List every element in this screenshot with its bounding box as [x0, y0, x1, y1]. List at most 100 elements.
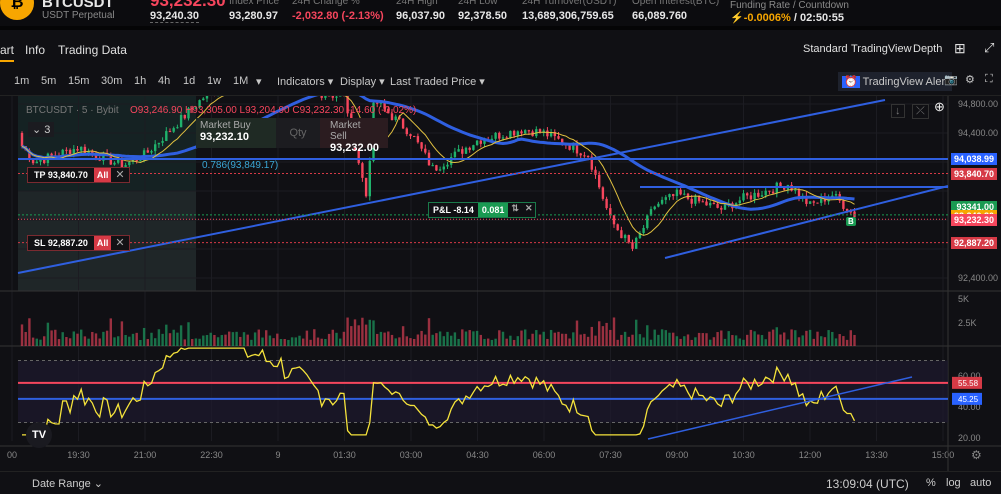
candle	[113, 162, 116, 165]
add-icon[interactable]: ⊕	[934, 99, 945, 115]
tradingview-alert-button[interactable]: ⏰ TradingView Alert	[838, 72, 953, 91]
volume-bar	[557, 331, 560, 346]
volume-bar	[664, 330, 667, 346]
volume-bar	[764, 339, 767, 346]
volume-bar	[165, 324, 168, 346]
qty-input[interactable]: Qty	[276, 118, 320, 148]
volume-bar	[279, 339, 283, 346]
interval-1m[interactable]: 1m	[14, 75, 29, 87]
candle	[694, 195, 697, 204]
volume-bar	[316, 337, 320, 346]
volume-bar	[31, 337, 35, 346]
candle	[716, 203, 719, 208]
fullscreen-icon[interactable]: ⛶	[985, 73, 993, 86]
volume-bar	[83, 336, 87, 346]
view-depth[interactable]: Depth	[913, 43, 942, 55]
volume-bar	[775, 327, 778, 346]
tab-info[interactable]: Info	[25, 43, 45, 57]
indicators-menu[interactable]: Indicators ▾	[277, 75, 333, 88]
volume-bar	[24, 331, 27, 346]
tab-bar: art Info Trading Data Standard TradingVi…	[0, 34, 1001, 66]
interval-dropdown-icon[interactable]: ▾	[256, 75, 262, 88]
candle	[446, 164, 449, 167]
time-tick: 10:30	[732, 450, 755, 460]
scroll-down-icon[interactable]: ↓	[891, 104, 905, 118]
position-line[interactable]: P&L -8.14 0.081 ⇅ ✕	[428, 202, 537, 218]
candle	[83, 146, 87, 154]
camera-icon[interactable]: 📷	[944, 73, 958, 86]
candle	[705, 201, 708, 206]
candle	[664, 197, 667, 200]
interval-1h[interactable]: 1h	[134, 75, 146, 87]
tab-chart[interactable]: art	[0, 43, 15, 62]
volume-bar	[368, 319, 371, 346]
volume-tick: 5K	[958, 294, 969, 304]
price-source-menu[interactable]: Last Traded Price ▾	[390, 75, 485, 88]
expand-icon[interactable]: ⤢	[984, 40, 994, 56]
interval-4h[interactable]: 4h	[158, 75, 170, 87]
volume-bar	[768, 331, 771, 346]
price-axis-label: 94,038.99	[951, 153, 997, 166]
interval-1d[interactable]: 1d	[183, 75, 195, 87]
volume-bar	[579, 334, 582, 346]
candle	[738, 200, 741, 204]
candle	[165, 131, 168, 141]
reset-scale-icon[interactable]: ⤫	[912, 104, 929, 119]
price-chart[interactable]: 00 19:30 21:00 22:30 9 01:30 03:00 04:30 06:00 07…	[0, 79, 1001, 471]
axis-settings-icon[interactable]: ⚙	[971, 448, 982, 462]
market-buy-button[interactable]: Market Buy 93,232.10	[196, 118, 276, 148]
volume-bar	[376, 333, 379, 346]
tp-order-line[interactable]: TP 93,840.70 All ✕	[27, 167, 130, 183]
volume-bar	[209, 332, 212, 346]
volume-bar	[124, 335, 127, 346]
candle	[816, 202, 819, 204]
tp-all-button[interactable]: All	[93, 168, 112, 182]
auto-toggle[interactable]: auto	[970, 477, 991, 489]
volume-bar	[697, 332, 701, 346]
volume-bar	[838, 334, 841, 346]
volume-bar	[742, 339, 745, 346]
interval-1M[interactable]: 1M	[233, 75, 248, 87]
close-icon[interactable]: ✕	[111, 236, 128, 250]
rsi-tick: 20.00	[958, 433, 981, 443]
log-toggle[interactable]: log	[946, 477, 961, 489]
settings-icon[interactable]: ⚙	[965, 73, 975, 86]
interval-5m[interactable]: 5m	[41, 75, 56, 87]
volume-bar	[76, 333, 79, 346]
percent-toggle[interactable]: %	[926, 477, 936, 489]
volume-bar	[302, 338, 305, 346]
price-tick: 92,400.00	[958, 273, 998, 283]
display-menu[interactable]: Display ▾	[340, 75, 385, 88]
volume-bar	[372, 320, 375, 346]
candle	[128, 161, 131, 166]
volume-bar	[390, 334, 394, 346]
close-icon[interactable]: ✕	[522, 203, 536, 217]
volume-bar	[564, 333, 568, 346]
interval-15m[interactable]: 15m	[68, 75, 89, 87]
volume-bar	[220, 335, 223, 346]
market-sell-button[interactable]: Market Sell 93,232.00	[320, 118, 388, 154]
candle	[653, 206, 656, 210]
volume-bar	[794, 330, 797, 346]
chart-area[interactable]: 00 19:30 21:00 22:30 9 01:30 03:00 04:30 06:00 07…	[0, 79, 1001, 471]
time-tick: 15:00	[932, 450, 955, 460]
close-icon[interactable]: ✕	[111, 168, 128, 182]
collapse-indicators-button[interactable]: ⌄ 3	[28, 122, 55, 137]
candle	[431, 165, 434, 167]
layout-grid-icon[interactable]: ⊞	[954, 40, 966, 57]
stat-value: 13,689,306,759.65	[522, 10, 614, 22]
interval-1w[interactable]: 1w	[207, 75, 221, 87]
view-tradingview[interactable]: TradingView	[851, 43, 912, 55]
candle	[413, 136, 416, 138]
tab-trading-data[interactable]: Trading Data	[58, 43, 127, 57]
interval-30m[interactable]: 30m	[101, 75, 122, 87]
volume-bar	[176, 332, 179, 346]
view-standard[interactable]: Standard	[803, 43, 848, 55]
sl-all-button[interactable]: All	[93, 236, 112, 250]
volume-bar	[635, 319, 638, 346]
volume-bar	[827, 330, 830, 346]
date-range-button[interactable]: Date Range ⌄	[32, 477, 103, 490]
volume-bar	[305, 330, 309, 346]
sl-order-line[interactable]: SL 92,887.20 All ✕	[27, 235, 130, 251]
volume-bar	[538, 334, 542, 346]
